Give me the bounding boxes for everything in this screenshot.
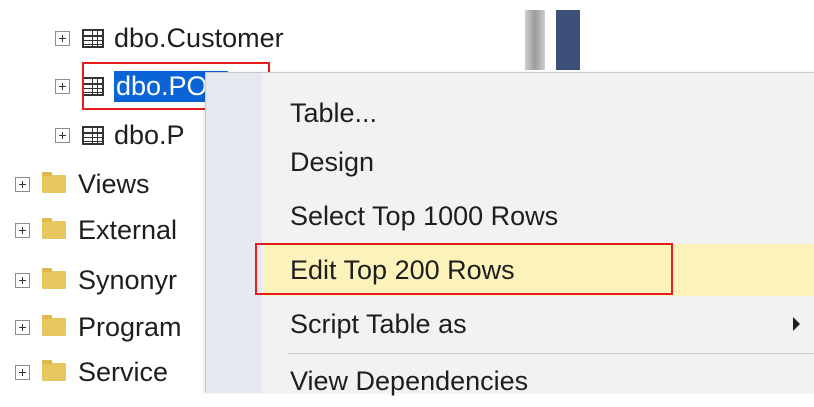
table-icon (82, 125, 104, 145)
tree-folder-label: Views (78, 168, 150, 199)
submenu-arrow-icon (793, 317, 800, 331)
menu-item-select-top-rows[interactable]: Select Top 1000 Rows (264, 190, 814, 242)
folder-icon (42, 172, 66, 193)
folder-icon (42, 218, 66, 239)
menu-item-view-dependencies[interactable]: View Dependencies (264, 355, 814, 407)
folder-icon (42, 360, 66, 381)
menu-item-label: Design (290, 146, 375, 177)
tree-folder-programmability[interactable]: Program (15, 305, 182, 349)
tree-node-table[interactable]: dbo.P (55, 113, 185, 157)
expand-icon[interactable] (55, 78, 70, 94)
context-menu-gutter (206, 73, 262, 393)
menu-separator (288, 353, 814, 354)
menu-item-label: Select Top 1000 Rows (290, 200, 559, 231)
tree-folder-label: Service (78, 356, 169, 387)
menu-item-table[interactable]: Table... (264, 87, 814, 139)
folder-icon (42, 268, 66, 289)
expand-icon[interactable] (15, 272, 30, 288)
tree-folder-views[interactable]: Views (15, 162, 150, 206)
background-strip-gray (525, 10, 545, 70)
expand-icon[interactable] (55, 127, 70, 143)
expand-icon[interactable] (55, 30, 70, 46)
menu-item-label: View Dependencies (290, 365, 529, 396)
tree-folder-label: Synonyr (78, 264, 178, 295)
expand-icon[interactable] (15, 176, 30, 192)
tree-folder-external[interactable]: External (15, 208, 177, 252)
tree-node-table[interactable]: dbo.Customer (55, 16, 284, 60)
tree-folder-synonyms[interactable]: Synonyr (15, 258, 177, 302)
tree-folder-service[interactable]: Service (15, 350, 168, 394)
tree-node-label: dbo.P (114, 119, 185, 150)
context-menu: Table... Design Select Top 1000 Rows Edi… (205, 72, 814, 396)
tree-folder-label: Program (78, 311, 182, 342)
expand-icon[interactable] (15, 364, 30, 380)
menu-item-label: Table... (290, 97, 378, 128)
menu-item-script-table-as[interactable]: Script Table as (264, 298, 814, 350)
table-icon (82, 28, 104, 48)
menu-item-design[interactable]: Design (264, 136, 814, 188)
expand-icon[interactable] (15, 319, 30, 335)
tree-folder-label: External (78, 214, 178, 245)
tree-node-label: dbo.Customer (114, 22, 284, 53)
folder-icon (42, 315, 66, 336)
annotation-box-menu-item (255, 243, 673, 295)
expand-icon[interactable] (15, 222, 30, 238)
menu-item-label: Script Table as (290, 308, 467, 339)
background-strip-blue (556, 10, 580, 70)
